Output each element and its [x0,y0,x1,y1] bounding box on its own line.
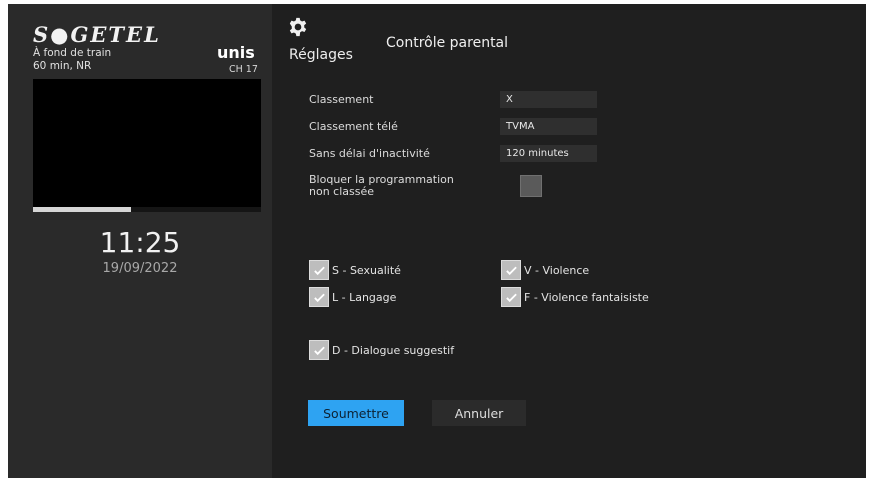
filter-label: L - Langage [332,290,397,304]
checkmark-icon [501,287,521,307]
rating-field[interactable]: X [500,91,597,108]
program-meta: 60 min, NR [33,60,92,72]
clock-time: 11:25 [99,226,181,259]
tv-rating-field[interactable]: TVMA [500,118,597,135]
timeout-label: Sans délai d'inactivité [309,147,430,160]
program-progress-fill [33,207,132,212]
filter-violence-checkbox[interactable]: V - Violence [501,260,589,280]
filter-fantasy-violence-checkbox[interactable]: F - Violence fantaisiste [501,287,649,307]
cancel-button[interactable]: Annuler [432,400,526,426]
checkmark-icon [309,340,329,360]
block-unrated-label-line2: non classée [309,185,375,198]
filter-label: F - Violence fantaisiste [524,290,649,304]
program-progress-bar [33,207,261,212]
filter-sexuality-checkbox[interactable]: S - Sexualité [309,260,401,280]
block-unrated-checkbox[interactable] [520,175,542,197]
channel-number: CH 17 [229,64,258,75]
filter-language-checkbox[interactable]: L - Langage [309,287,396,307]
rating-label: Classement [309,93,374,106]
checkmark-icon [309,260,329,280]
video-preview[interactable] [33,79,261,207]
brand-logo: S●GETEL [33,22,161,47]
program-title: À fond de train [33,47,112,59]
settings-label[interactable]: Réglages [289,47,353,63]
filter-label: D - Dialogue suggestif [332,343,455,357]
filter-label: S - Sexualité [332,263,401,277]
page-title: Contrôle parental [386,35,509,51]
block-unrated-label: Bloquer la programmation non classée [309,174,454,198]
submit-button[interactable]: Soumettre [308,400,404,426]
channel-logo: unis [217,43,255,62]
filter-suggestive-dialogue-checkbox[interactable]: D - Dialogue suggestif [309,340,454,360]
filter-label: V - Violence [524,263,590,277]
timeout-field[interactable]: 120 minutes [500,145,597,162]
gear-icon[interactable] [288,17,308,37]
clock-date: 19/09/2022 [102,261,178,276]
checkmark-icon [501,260,521,280]
tv-rating-label: Classement télé [309,120,398,133]
checkmark-icon [309,287,329,307]
